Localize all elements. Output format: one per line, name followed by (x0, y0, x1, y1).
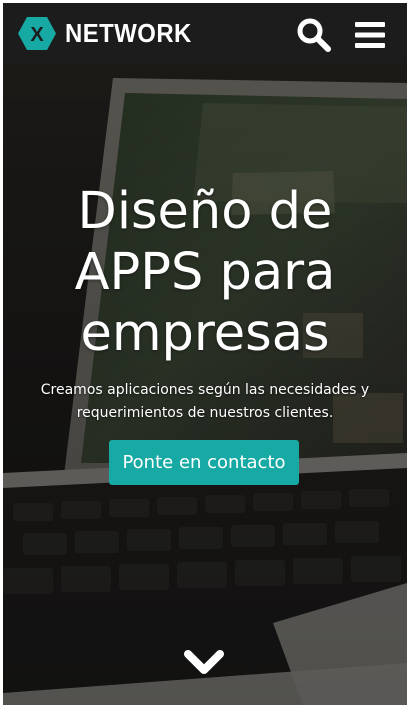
headline-line: empresas (80, 304, 330, 363)
hero-content: Diseño de APPS para empresas Creamos apl… (3, 63, 407, 705)
logo-letter: X (30, 24, 44, 46)
hamburger-menu-icon[interactable] (355, 21, 385, 49)
headline-line: Diseño de (77, 182, 333, 241)
chevron-down-icon[interactable] (183, 648, 225, 678)
headline-line: APPS para (74, 243, 336, 302)
hero-section: Diseño de APPS para empresas Creamos apl… (3, 63, 407, 705)
brand-name[interactable]: NETWORK (65, 17, 192, 50)
hero-subtitle: Creamos aplicaciones según las necesidad… (40, 382, 370, 421)
contact-button[interactable]: Ponte en contacto (109, 440, 299, 485)
app-frame: X NETWORK Diseño de APPS para empresas C… (3, 3, 407, 705)
hexagon-logo-icon[interactable]: X (18, 17, 56, 50)
search-icon[interactable] (297, 18, 331, 52)
top-navbar: X NETWORK (3, 3, 407, 63)
hero-headline: Diseño de APPS para empresas (3, 181, 407, 364)
